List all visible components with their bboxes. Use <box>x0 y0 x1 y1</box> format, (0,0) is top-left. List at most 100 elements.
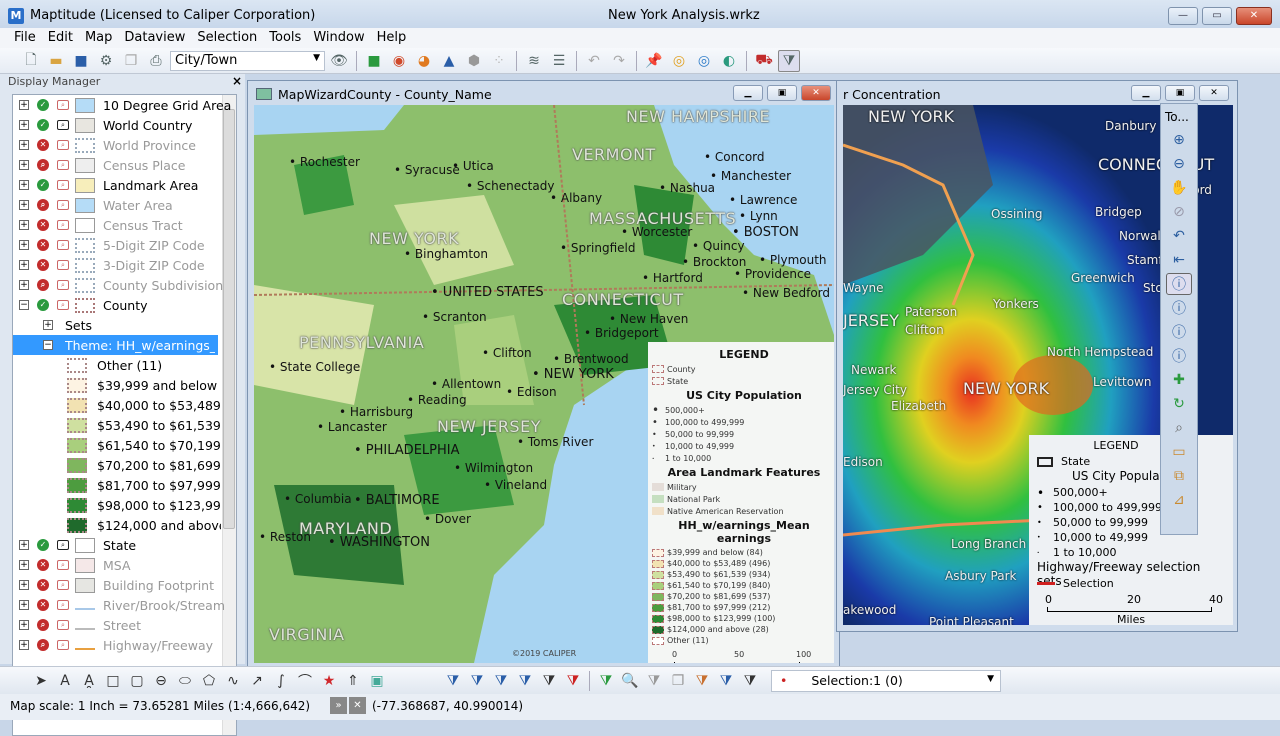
layer-row[interactable]: − ✓ ⌕ County <box>13 295 223 315</box>
theme-class-item[interactable]: $61,540 to $70,199 (840) <box>13 435 223 455</box>
layer-style-swatch[interactable] <box>75 137 95 153</box>
visible-check-icon[interactable]: ✓ <box>37 299 49 311</box>
label-toggle-icon[interactable]: ⌕ <box>57 140 69 150</box>
filter-icon[interactable]: ⧩ <box>715 670 737 692</box>
expand-icon[interactable]: + <box>19 540 29 550</box>
menu-selection[interactable]: Selection <box>191 28 263 48</box>
freehand-shape-icon[interactable]: ⬠ <box>198 670 220 692</box>
menu-edit[interactable]: Edit <box>42 28 79 48</box>
save-icon[interactable]: ■ <box>70 50 92 72</box>
undo-icon[interactable]: ↶ <box>583 50 605 72</box>
restore-button[interactable]: ▣ <box>767 85 797 101</box>
heatmap-icon[interactable]: ◎ <box>668 50 690 72</box>
clear-icon[interactable]: ✕ <box>349 697 366 714</box>
layer-style-swatch[interactable] <box>75 257 95 273</box>
info-layers-icon[interactable]: ⓘ <box>1166 321 1192 343</box>
expand-icon[interactable]: + <box>19 280 29 290</box>
expand-icon[interactable]: + <box>19 100 29 110</box>
find-binoculars-icon[interactable]: 👁 <box>328 50 350 72</box>
theme-class-item[interactable]: $70,200 to $81,699 (537) <box>13 455 223 475</box>
label-toggle-icon[interactable]: ⌕ <box>57 540 69 550</box>
new-file-icon[interactable]: 🗋 <box>20 50 42 72</box>
maximize-button[interactable]: ▭ <box>1202 7 1232 25</box>
select-by-pointing-icon[interactable]: ⧩ <box>442 670 464 692</box>
rotate-icon[interactable]: ⊘ <box>1166 201 1192 223</box>
menu-file[interactable]: File <box>8 28 42 48</box>
image-icon[interactable]: ▣ <box>366 670 388 692</box>
layer-row[interactable]: + ✕ ⌕ Census Tract <box>13 215 223 235</box>
expand-icon[interactable]: + <box>19 640 29 650</box>
visible-check-icon[interactable]: ✓ <box>37 539 49 551</box>
previous-scale-icon[interactable]: ↶ <box>1166 225 1192 247</box>
selection-set-select[interactable]: • Selection:1 (0) ▼ <box>771 669 1001 692</box>
redo-icon[interactable]: ↷ <box>608 50 630 72</box>
label-icon[interactable]: ⌕ <box>1166 417 1192 439</box>
arc-icon[interactable]: ⌒ <box>294 670 316 692</box>
layer-style-swatch[interactable] <box>75 621 95 630</box>
zoom-visibility-icon[interactable]: ⌕ <box>37 619 49 631</box>
menu-map[interactable]: Map <box>79 28 118 48</box>
theme-class-item[interactable]: $39,999 and below (84) <box>13 375 223 395</box>
minimize-button[interactable]: ▁ <box>733 85 763 101</box>
pushpin-icon[interactable]: 📌 <box>643 50 665 72</box>
hidden-x-icon[interactable]: ✕ <box>37 219 49 231</box>
menu-window[interactable]: Window <box>307 28 370 48</box>
route-icon[interactable]: ⛟ <box>753 50 775 72</box>
layer-style-swatch[interactable] <box>75 197 95 213</box>
label-toggle-icon[interactable]: ⌕ <box>57 220 69 230</box>
text-icon[interactable]: A <box>54 670 76 692</box>
layer-row[interactable]: + ✓ ⌕ Landmark Area <box>13 175 223 195</box>
hidden-x-icon[interactable]: ✕ <box>37 139 49 151</box>
refresh-label-icon[interactable]: ↻ <box>1166 393 1192 415</box>
label-toggle-icon[interactable]: ⌕ <box>57 600 69 610</box>
info-compare-icon[interactable]: ⓘ <box>1166 297 1192 319</box>
layer-style-swatch[interactable] <box>75 117 95 133</box>
label-toggle-icon[interactable]: ⌕ <box>57 160 69 170</box>
collapse-icon[interactable]: − <box>19 300 29 310</box>
expand-icon[interactable]: + <box>19 620 29 630</box>
label-toggle-icon[interactable]: ⌕ <box>57 180 69 190</box>
label-toggle-icon[interactable]: ⌕ <box>57 120 69 130</box>
label-toggle-icon[interactable]: ⌕ <box>57 100 69 110</box>
expand-icon[interactable]: + <box>19 580 29 590</box>
sets-row[interactable]: + Sets <box>13 315 223 335</box>
label-toggle-icon[interactable]: ⌕ <box>57 580 69 590</box>
zoom-in-icon[interactable]: ⊕ <box>1166 129 1192 151</box>
label-toggle-icon[interactable]: ⌕ <box>57 280 69 290</box>
minimize-button[interactable]: — <box>1168 7 1198 25</box>
layer-row[interactable]: + ✕ ⌕ Building Footprint <box>13 575 223 595</box>
expand-icon[interactable]: + <box>19 260 29 270</box>
menu-dataview[interactable]: Dataview <box>118 28 191 48</box>
zoom-visibility-icon[interactable]: ⌕ <box>37 199 49 211</box>
filter-toggle-icon[interactable]: ⧩ <box>778 49 800 72</box>
expand-icon[interactable]: + <box>19 220 29 230</box>
label-toggle-icon[interactable]: ⌕ <box>57 640 69 650</box>
label-toggle-icon[interactable]: ⌕ <box>57 200 69 210</box>
layer-row[interactable]: + ⌕ ⌕ Highway/Freeway <box>13 635 223 655</box>
select-by-shape-icon[interactable]: ⧩ <box>514 670 536 692</box>
layer-style-swatch[interactable] <box>75 217 95 233</box>
layer-row[interactable]: + ✕ ⌕ River/Brook/Stream <box>13 595 225 615</box>
print-icon[interactable]: ⎙ <box>145 50 167 72</box>
close-button[interactable]: ✕ <box>1236 7 1272 25</box>
collapse-icon[interactable]: − <box>43 340 53 350</box>
layer-row[interactable]: + ✓ ⌕ World Country <box>13 115 223 135</box>
zoom-out-icon[interactable]: ⊖ <box>1166 153 1192 175</box>
menu-tools[interactable]: Tools <box>263 28 307 48</box>
layer-select[interactable]: City/Town ▼ <box>170 50 325 71</box>
layer-style-swatch[interactable] <box>75 237 95 253</box>
layer-row[interactable]: + ✕ ⌕ MSA <box>13 555 223 575</box>
layer-row[interactable]: + ✕ ⌕ 5-Digit ZIP Code <box>13 235 223 255</box>
copy-icon[interactable]: ❐ <box>120 50 142 72</box>
visible-check-icon[interactable]: ✓ <box>37 99 49 111</box>
layers-icon[interactable]: ≋ <box>523 50 545 72</box>
label-toggle-icon[interactable]: ⌕ <box>57 560 69 570</box>
layer-row[interactable]: + ⌕ ⌕ Water Area <box>13 195 223 215</box>
circle-radius-icon[interactable]: ⊖ <box>150 670 172 692</box>
expand-icon[interactable]: + <box>19 120 29 130</box>
layer-row[interactable]: + ✓ ⌕ State <box>13 535 223 555</box>
zoom-visibility-icon[interactable]: ⌕ <box>37 279 49 291</box>
label-toggle-icon[interactable]: ⌕ <box>57 620 69 630</box>
expand-icon[interactable]: » <box>330 697 347 714</box>
restore-button[interactable]: ▣ <box>1165 85 1195 101</box>
